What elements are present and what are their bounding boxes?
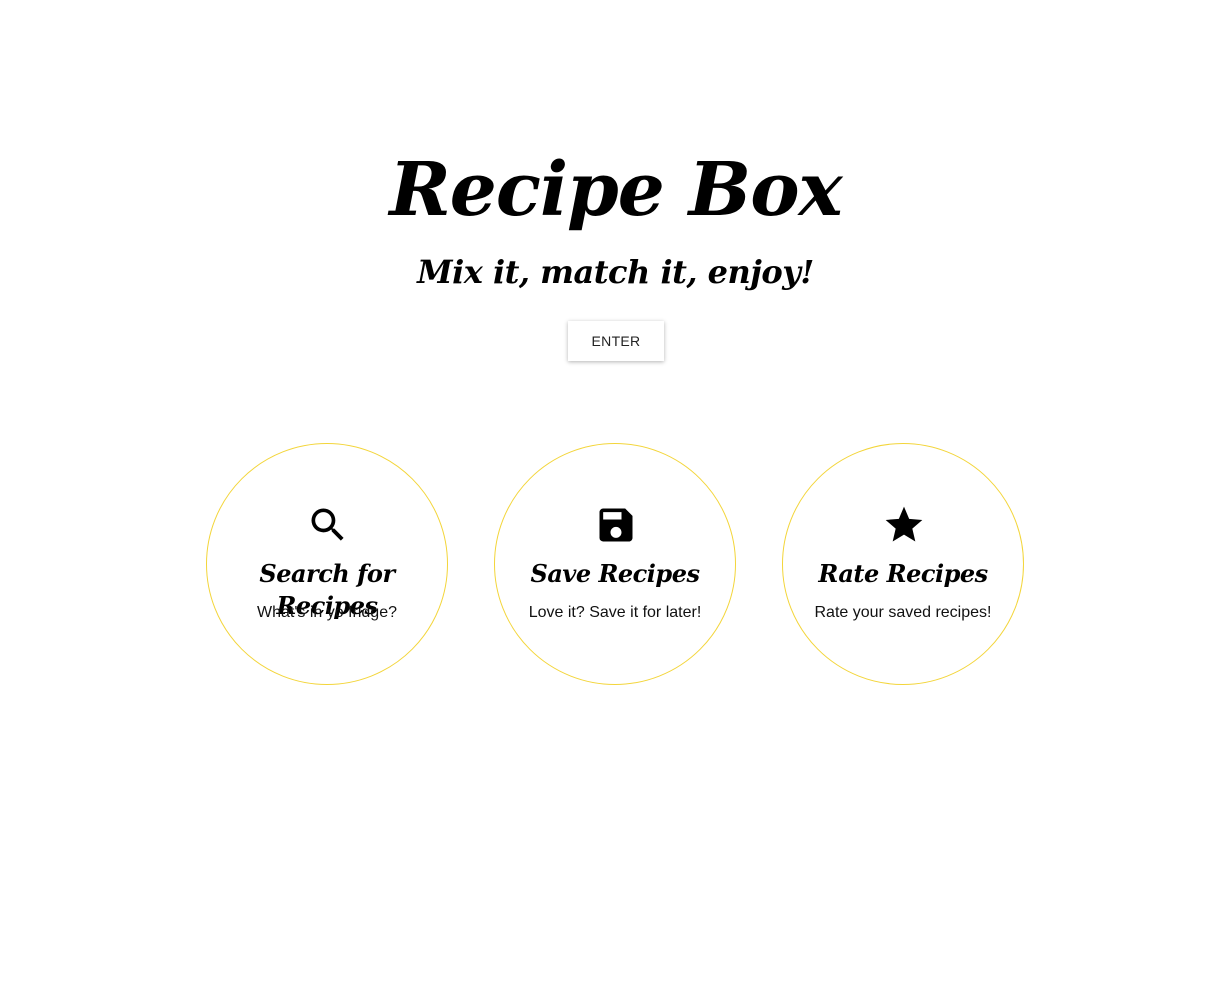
enter-button[interactable]: ENTER xyxy=(568,321,664,361)
feature-rate-recipes: Rate Recipes Rate your saved recipes! xyxy=(782,443,1024,685)
feature-description: What's in yo fridge? xyxy=(256,604,397,621)
feature-description: Rate your saved recipes! xyxy=(814,604,992,621)
hero-section: Recipe Box Mix it, match it, enjoy! xyxy=(0,140,1231,292)
feature-save-recipes: Save Recipes Love it? Save it for later! xyxy=(494,443,736,685)
floppy-disk-icon xyxy=(594,503,638,547)
feature-search-recipes: Search for Recipes What's in yo fridge? xyxy=(206,443,448,685)
search-icon xyxy=(306,503,350,547)
feature-description: Love it? Save it for later! xyxy=(528,604,702,621)
page-subtitle: Mix it, match it, enjoy! xyxy=(417,253,814,291)
feature-title: Rate Recipes xyxy=(818,559,988,588)
feature-title: Save Recipes xyxy=(530,559,700,588)
star-icon xyxy=(882,503,926,547)
page-title: Recipe Box xyxy=(389,147,842,233)
